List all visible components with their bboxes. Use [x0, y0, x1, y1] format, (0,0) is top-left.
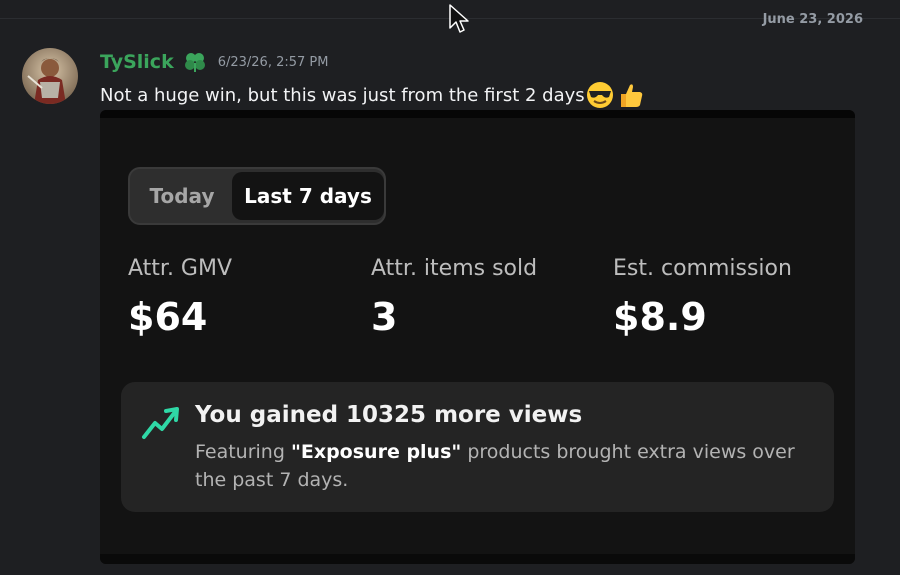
message-timestamp: 6/23/26, 2:57 PM — [217, 54, 329, 70]
mouse-cursor-icon — [449, 4, 469, 33]
exposure-plus-highlight: "Exposure plus" — [290, 441, 462, 463]
tab-last-7-days[interactable]: Last 7 days — [232, 172, 384, 220]
metric-value: $8.9 — [613, 295, 707, 339]
attached-image-card[interactable]: Today Last 7 days Attr. GMV $64 Attr. it… — [100, 110, 855, 564]
metric-commission: Est. commission $8.9 — [613, 256, 792, 339]
trending-up-icon — [142, 407, 179, 439]
message-text: Not a huge win, but this was just from t… — [100, 84, 585, 106]
card-bottom-bar — [100, 554, 855, 564]
views-title: You gained 10325 more views — [195, 402, 583, 428]
message-header: TySlick 6/23/26, 2:57 PM — [100, 49, 328, 75]
metric-label: Est. commission — [613, 256, 792, 281]
views-gained-panel: You gained 10325 more views Featuring "E… — [121, 382, 834, 512]
metric-items-sold: Attr. items sold 3 — [371, 256, 537, 339]
date-divider: June 23, 2026 — [762, 12, 863, 27]
card-top-bar — [100, 110, 855, 118]
avatar-image — [22, 48, 78, 104]
username[interactable]: TySlick — [100, 51, 174, 73]
metric-label: Attr. items sold — [371, 256, 538, 281]
thumbs-up-emoji-icon — [620, 84, 642, 107]
date-range-toggle: Today Last 7 days — [128, 167, 386, 225]
tab-today[interactable]: Today — [130, 169, 234, 223]
metric-value: $64 — [128, 295, 208, 339]
metric-label: Attr. GMV — [128, 256, 233, 281]
views-description: Featuring "Exposure plus" products broug… — [195, 441, 795, 491]
metric-gmv: Attr. GMV $64 — [128, 256, 232, 339]
message-content: Not a huge win, but this was just from t… — [100, 80, 645, 110]
avatar[interactable] — [22, 48, 78, 104]
leaf-badge-icon[interactable] — [182, 51, 208, 73]
chat-view: June 23, 2026 TySlick 6/23/26, 2:57 PM N… — [0, 0, 900, 575]
sunglasses-emoji-icon — [586, 82, 613, 108]
metric-value: 3 — [371, 295, 398, 339]
